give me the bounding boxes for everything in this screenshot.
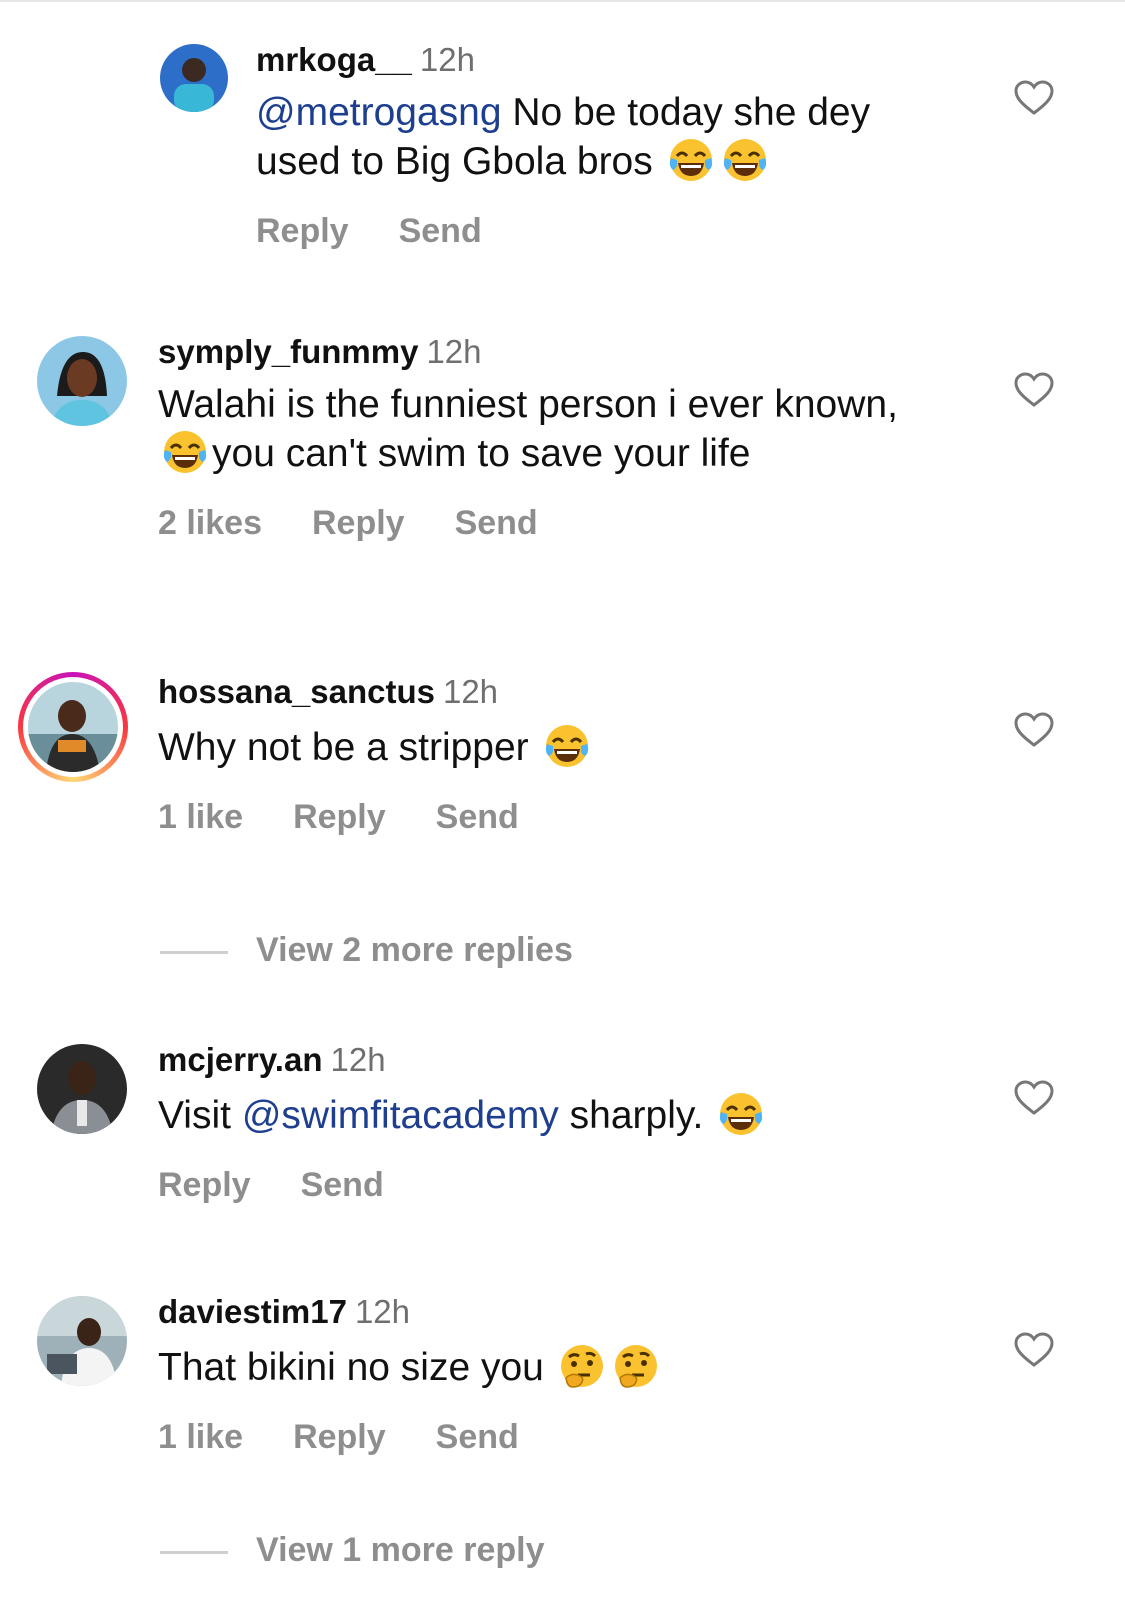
divider-dash bbox=[160, 1550, 228, 1554]
username[interactable]: mrkoga__ bbox=[256, 41, 412, 78]
story-ring[interactable] bbox=[18, 672, 128, 782]
comment-actions: Reply Send bbox=[158, 1165, 898, 1205]
thinking-face-icon bbox=[612, 1342, 660, 1390]
send-button[interactable]: Send bbox=[436, 1418, 519, 1456]
mention-link[interactable]: @swimfitacademy bbox=[242, 1094, 559, 1137]
comment-body: mcjerry.an 12h Visit @swimfitacademy shar… bbox=[158, 1040, 898, 1205]
comment-body: hossana_sanctus 12h Why not be a stripper… bbox=[158, 672, 898, 837]
username[interactable]: hossana_sanctus bbox=[158, 673, 435, 710]
avatar[interactable] bbox=[28, 682, 118, 772]
avatar[interactable] bbox=[37, 336, 127, 426]
view-more-replies-button[interactable]: View 1 more reply bbox=[160, 1530, 545, 1570]
send-button[interactable]: Send bbox=[399, 212, 482, 250]
comment-text-body: Walahi is the funniest person i ever kno… bbox=[158, 383, 898, 426]
heart-icon[interactable] bbox=[1014, 1332, 1054, 1368]
comment-text: Walahi is the funniest person i ever kno… bbox=[158, 382, 898, 477]
timestamp: 12h bbox=[354, 1293, 411, 1330]
comment-body: daviestim17 12h That bikini no size you 1… bbox=[158, 1292, 898, 1457]
view-more-replies-button[interactable]: View 2 more replies bbox=[160, 930, 573, 970]
timestamp: 12h bbox=[419, 41, 475, 78]
comment-meta: mrkoga__ 12h bbox=[256, 40, 936, 80]
timestamp: 12h bbox=[426, 333, 482, 370]
send-button[interactable]: Send bbox=[301, 1166, 384, 1204]
likes-count[interactable]: 1 like bbox=[158, 798, 243, 836]
view-more-label: View 2 more replies bbox=[256, 931, 573, 969]
face-with-tears-of-joy-icon bbox=[543, 722, 591, 770]
face-with-tears-of-joy-icon bbox=[721, 136, 769, 184]
heart-icon[interactable] bbox=[1014, 80, 1054, 116]
send-button[interactable]: Send bbox=[455, 504, 538, 542]
comment-text-body: That bikini no size you bbox=[158, 1346, 555, 1389]
comment-meta: mcjerry.an 12h bbox=[158, 1040, 898, 1080]
avatar[interactable] bbox=[37, 1044, 127, 1134]
reply-button[interactable]: Reply bbox=[293, 1418, 386, 1456]
face-with-tears-of-joy-icon bbox=[667, 136, 715, 184]
username[interactable]: symply_funmmy bbox=[158, 333, 418, 370]
username[interactable]: mcjerry.an bbox=[158, 1041, 322, 1078]
face-with-tears-of-joy-icon bbox=[717, 1090, 765, 1138]
comment-meta: symply_funmmy 12h bbox=[158, 332, 898, 372]
reply-button[interactable]: Reply bbox=[293, 798, 386, 836]
comment-actions: 1 like Reply Send bbox=[158, 1417, 898, 1457]
thinking-face-icon bbox=[558, 1342, 606, 1390]
comment-text-body: Why not be a stripper bbox=[158, 726, 540, 769]
send-button[interactable]: Send bbox=[436, 798, 519, 836]
heart-icon[interactable] bbox=[1014, 712, 1054, 748]
avatar[interactable] bbox=[160, 44, 228, 112]
comment-text: @metrogasng No be today she dey used to … bbox=[256, 90, 936, 185]
comment-meta: daviestim17 12h bbox=[158, 1292, 898, 1332]
divider-dash bbox=[160, 950, 228, 954]
face-with-tears-of-joy-icon bbox=[161, 428, 209, 476]
avatar[interactable] bbox=[37, 1296, 127, 1386]
comment-text-body: Visit bbox=[158, 1094, 242, 1137]
heart-icon[interactable] bbox=[1014, 372, 1054, 408]
top-divider bbox=[0, 0, 1125, 2]
comment-body: symply_funmmy 12h Walahi is the funniest … bbox=[158, 332, 898, 543]
mention-link[interactable]: @metrogasng bbox=[256, 91, 502, 134]
comment-body: mrkoga__ 12h @metrogasng No be today she … bbox=[256, 40, 936, 251]
comment-text-body: sharply. bbox=[558, 1094, 715, 1137]
heart-icon[interactable] bbox=[1014, 1080, 1054, 1116]
timestamp: 12h bbox=[442, 673, 499, 710]
comment-text-body: you can't swim to save your life bbox=[212, 432, 751, 475]
comment-actions: 1 like Reply Send bbox=[158, 797, 898, 837]
username[interactable]: daviestim17 bbox=[158, 1293, 347, 1330]
likes-count[interactable]: 2 likes bbox=[158, 504, 262, 542]
comment-text: Why not be a stripper bbox=[158, 722, 898, 771]
comment-text: That bikini no size you bbox=[158, 1342, 898, 1391]
comment-text: Visit @swimfitacademy sharply. bbox=[158, 1090, 898, 1139]
reply-button[interactable]: Reply bbox=[256, 212, 349, 250]
comment-actions: Reply Send bbox=[256, 211, 936, 251]
view-more-label: View 1 more reply bbox=[256, 1531, 545, 1569]
comment-actions: 2 likes Reply Send bbox=[158, 503, 898, 543]
comment-meta: hossana_sanctus 12h bbox=[158, 672, 898, 712]
reply-button[interactable]: Reply bbox=[158, 1166, 251, 1204]
timestamp: 12h bbox=[330, 1041, 386, 1078]
reply-button[interactable]: Reply bbox=[312, 504, 405, 542]
likes-count[interactable]: 1 like bbox=[158, 1418, 243, 1456]
